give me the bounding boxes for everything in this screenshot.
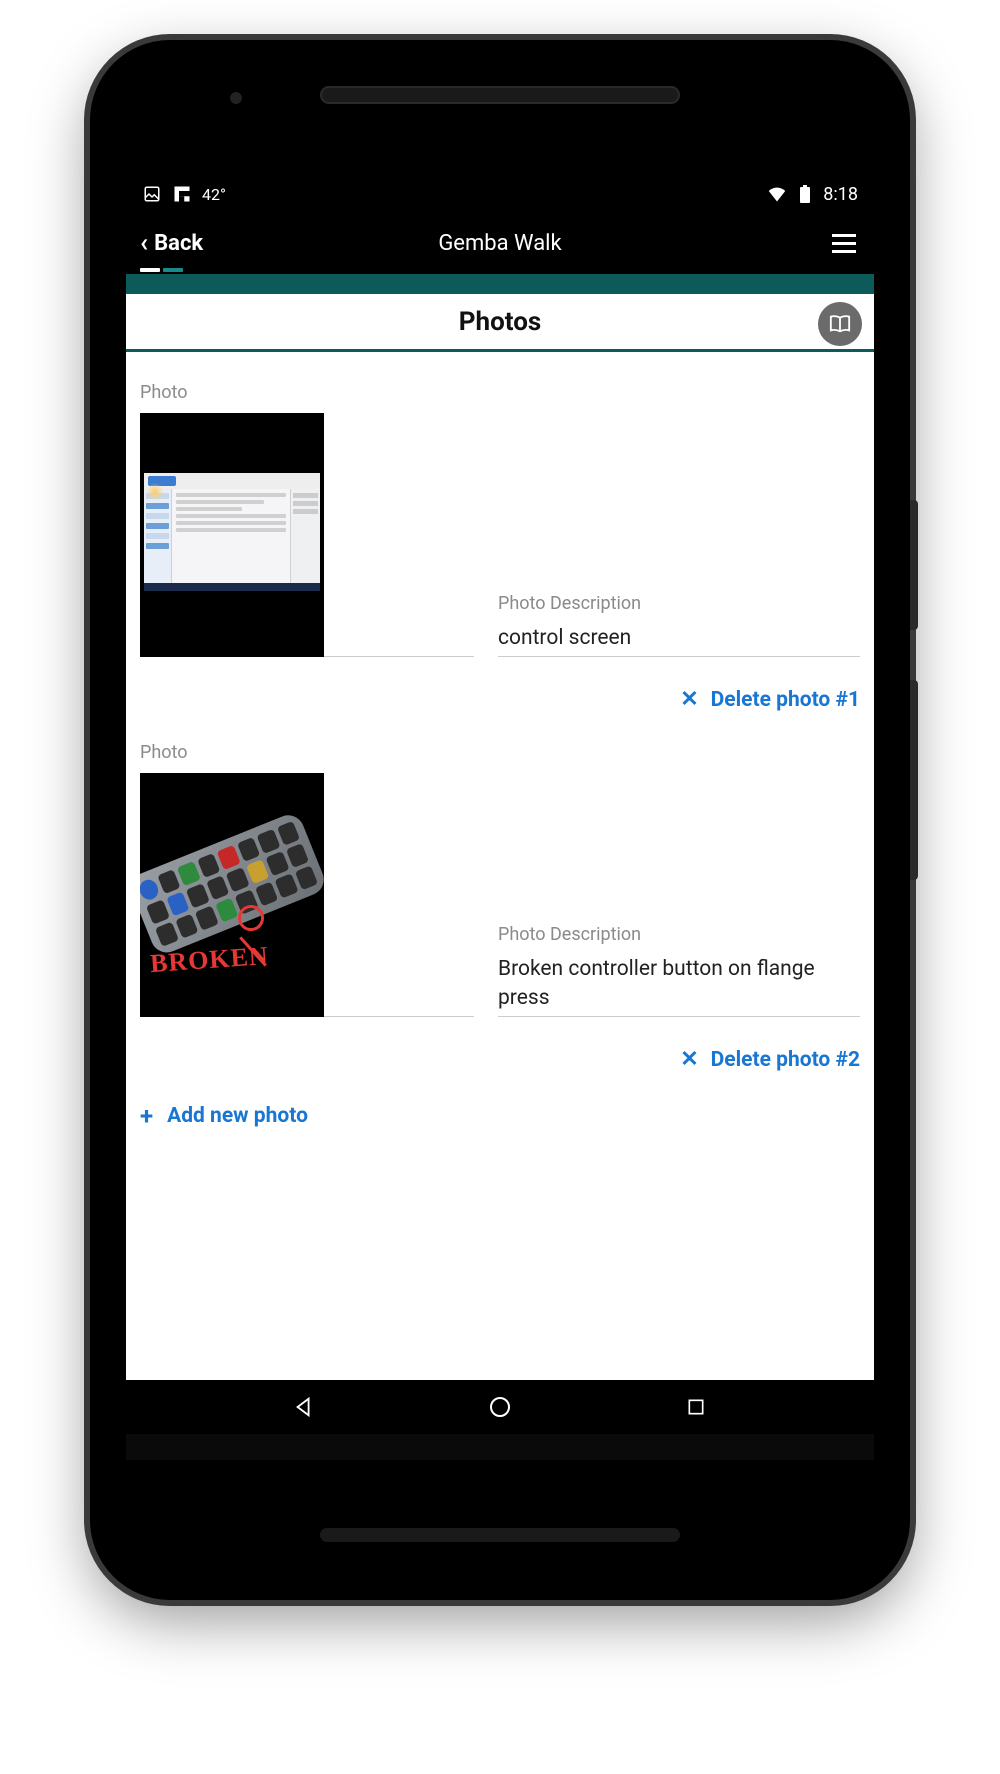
- status-time: 8:18: [823, 184, 858, 205]
- triangle-back-icon: [293, 1396, 315, 1418]
- delete-photo-button[interactable]: ✕ Delete photo #2: [680, 1047, 860, 1072]
- delete-photo-label: Delete photo #1: [711, 688, 860, 712]
- close-icon: ✕: [680, 1047, 698, 1072]
- device-side-button: [910, 680, 918, 880]
- photo-description-label: Photo Description: [498, 593, 860, 614]
- guide-button[interactable]: [818, 302, 862, 346]
- device-side-button: [910, 500, 918, 630]
- photo-thumbnail[interactable]: BROKEN: [140, 773, 324, 1017]
- status-temperature: 42°: [202, 185, 226, 204]
- status-bar: 42° 8:18: [126, 170, 874, 218]
- plus-icon: +: [140, 1102, 153, 1130]
- photo-description-label: Photo Description: [498, 924, 860, 945]
- device-speaker: [320, 86, 680, 104]
- image-icon: [142, 184, 162, 204]
- add-new-photo-label: Add new photo: [167, 1104, 308, 1128]
- device-bottom-speaker: [320, 1528, 680, 1542]
- android-home-button[interactable]: [487, 1394, 513, 1420]
- photo-description-value: Broken controller button on flange press: [498, 955, 860, 1012]
- below-nav-shadow: [126, 1434, 874, 1460]
- app-title: Gemba Walk: [438, 231, 561, 256]
- wifi-icon: [767, 184, 787, 204]
- device-inner: 42° 8:18 ‹ Back Gemba Wal: [100, 50, 900, 1590]
- device-camera: [230, 92, 242, 104]
- back-button[interactable]: ‹ Back: [140, 230, 203, 256]
- device-frame: 42° 8:18 ‹ Back Gemba Wal: [90, 40, 910, 1600]
- photo-description-input[interactable]: Broken controller button on flange press: [498, 955, 860, 1017]
- android-nav-bar: [126, 1380, 874, 1434]
- photo-label: Photo: [140, 742, 474, 763]
- delete-photo-button[interactable]: ✕ Delete photo #1: [680, 687, 860, 712]
- status-left: 42°: [142, 184, 226, 204]
- circle-home-icon: [488, 1395, 512, 1419]
- menu-button[interactable]: [828, 230, 860, 257]
- photo-label: Photo: [140, 382, 474, 403]
- hamburger-icon: [832, 234, 856, 237]
- photo-description-value: control screen: [498, 624, 860, 652]
- square-recents-icon: [686, 1397, 706, 1417]
- photo-description-input[interactable]: control screen: [498, 624, 860, 657]
- section-title: Photos: [459, 307, 541, 337]
- photo-content-placeholder: [140, 810, 324, 957]
- app-header: ‹ Back Gemba Walk: [126, 218, 874, 268]
- content-scroll[interactable]: Photo: [126, 352, 874, 1380]
- photo-entry: Photo: [140, 382, 860, 712]
- photo-thumbnail[interactable]: [140, 413, 324, 657]
- status-right: 8:18: [767, 184, 858, 205]
- photo-entry: Photo BROKEN: [140, 742, 860, 1072]
- section-header: Photos: [126, 294, 874, 352]
- book-open-icabsolutamenteon: [829, 313, 851, 335]
- screen: 42° 8:18 ‹ Back Gemba Wal: [126, 170, 874, 1460]
- chevron-left-icon: ‹: [140, 230, 148, 256]
- annotation-circle: [238, 905, 264, 931]
- teal-separator: [126, 274, 874, 294]
- photo-content-placeholder: [144, 473, 320, 591]
- back-label: Back: [154, 231, 203, 256]
- close-icon: ✕: [680, 687, 698, 712]
- flipboard-icon: [172, 184, 192, 204]
- add-new-photo-button[interactable]: + Add new photo: [140, 1102, 860, 1130]
- android-recents-button[interactable]: [683, 1394, 709, 1420]
- battery-icon: [795, 184, 815, 204]
- delete-photo-label: Delete photo #2: [711, 1048, 860, 1072]
- android-back-button[interactable]: [291, 1394, 317, 1420]
